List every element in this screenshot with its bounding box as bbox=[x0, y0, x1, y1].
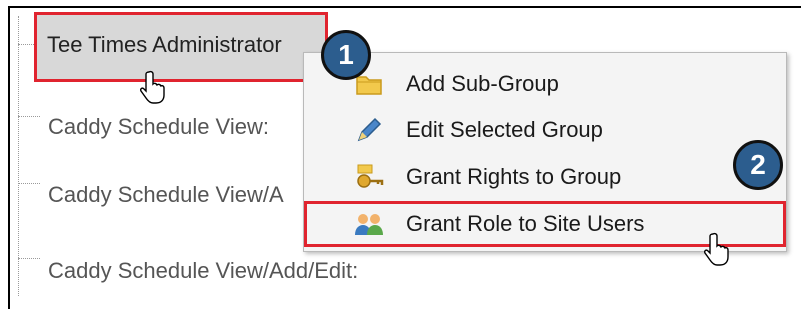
tree-connector bbox=[18, 258, 40, 259]
menu-item-label: Add Sub-Group bbox=[406, 71, 559, 96]
tree-item-tee-times-administrator[interactable]: Tee Times Administrator bbox=[34, 12, 328, 82]
users-icon bbox=[354, 209, 384, 239]
menu-item-add-sub-group[interactable]: Add Sub-Group bbox=[304, 61, 786, 107]
key-icon bbox=[354, 162, 384, 192]
callout-badge-2: 2 bbox=[733, 140, 783, 190]
tree-item-caddy-schedule-view[interactable]: Caddy Schedule View: bbox=[48, 114, 269, 140]
tree-item-label: Caddy Schedule View/A bbox=[48, 182, 284, 207]
callout-badge-1: 1 bbox=[321, 30, 371, 80]
tree-item-label: Tee Times Administrator bbox=[47, 32, 282, 57]
menu-item-label: Edit Selected Group bbox=[406, 117, 603, 142]
tree-item-label: Caddy Schedule View/Add/Edit: bbox=[48, 258, 359, 283]
menu-item-grant-rights-to-group[interactable]: Grant Rights to Group bbox=[304, 154, 786, 200]
context-menu: Add Sub-Group Edit Selected Group Grant … bbox=[303, 52, 787, 252]
menu-item-edit-selected-group[interactable]: Edit Selected Group bbox=[304, 107, 786, 153]
tree-item-label: Caddy Schedule View: bbox=[48, 114, 269, 139]
hand-cursor-icon bbox=[140, 70, 168, 109]
menu-item-label: Grant Rights to Group bbox=[406, 164, 622, 189]
hand-cursor-icon bbox=[704, 232, 732, 271]
menu-item-label: Grant Role to Site Users bbox=[406, 211, 645, 236]
tree-item-caddy-schedule-view-a[interactable]: Caddy Schedule View/A bbox=[48, 182, 284, 208]
tree-connector bbox=[18, 116, 40, 117]
pencil-icon bbox=[354, 115, 384, 145]
tree-connector-line bbox=[18, 16, 19, 296]
tree-connector bbox=[18, 183, 40, 184]
tree-item-caddy-schedule-view-add-edit[interactable]: Caddy Schedule View/Add/Edit: bbox=[48, 258, 358, 284]
